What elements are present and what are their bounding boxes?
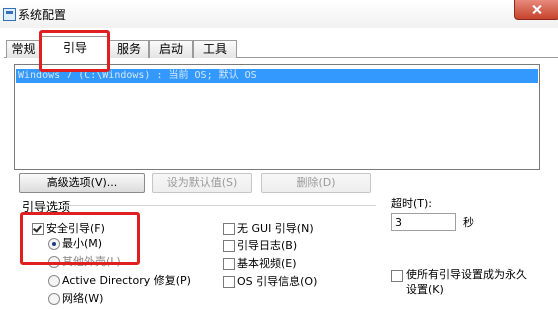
ad-repair-label: Active Directory 修复(P) bbox=[62, 274, 191, 287]
os-boot-info-label: OS 引导信息(O) bbox=[237, 275, 318, 288]
tab-highlight-box bbox=[39, 30, 110, 72]
timeout-label: 超时(T): bbox=[391, 197, 433, 210]
network-radio[interactable] bbox=[48, 293, 60, 305]
base-video-checkbox[interactable] bbox=[223, 258, 235, 270]
advanced-options-button[interactable]: 高级选项(V)... bbox=[19, 173, 145, 193]
tab-services[interactable]: 服务 bbox=[109, 40, 149, 58]
tab-general[interactable]: 常规 bbox=[6, 40, 41, 58]
boot-log-checkbox[interactable] bbox=[223, 240, 235, 252]
boot-log-label: 引导日志(B) bbox=[237, 239, 298, 252]
timeout-input[interactable]: 3 bbox=[391, 213, 456, 231]
delete-button[interactable]: 删除(D) bbox=[261, 173, 371, 193]
permanent-label-line2: 设置(K) bbox=[406, 283, 444, 296]
base-video-label: 基本视频(E) bbox=[237, 257, 297, 270]
safe-boot-highlight-box bbox=[20, 212, 140, 265]
boot-entries-list[interactable]: Windows 7 (C:\Windows) : 当前 OS; 默认 OS bbox=[14, 64, 540, 170]
no-gui-boot-checkbox[interactable] bbox=[223, 223, 235, 235]
system-config-icon bbox=[3, 8, 16, 21]
tab-startup[interactable]: 启动 bbox=[149, 40, 193, 58]
permanent-checkbox[interactable] bbox=[391, 270, 403, 282]
ad-repair-radio[interactable] bbox=[48, 275, 60, 287]
group-divider bbox=[60, 205, 376, 206]
os-boot-info-checkbox[interactable] bbox=[223, 276, 235, 288]
timeout-unit: 秒 bbox=[463, 216, 474, 229]
window-title: 系统配置 bbox=[18, 8, 67, 22]
close-button[interactable] bbox=[514, 0, 558, 20]
title-bar bbox=[0, 0, 558, 28]
permanent-label-line1: 使所有引导设置成为永久 bbox=[406, 268, 527, 281]
no-gui-boot-label: 无 GUI 引导(N) bbox=[237, 222, 314, 235]
tab-tools[interactable]: 工具 bbox=[193, 40, 237, 58]
network-label: 网络(W) bbox=[62, 292, 104, 305]
set-default-button[interactable]: 设为默认值(S) bbox=[152, 173, 252, 193]
